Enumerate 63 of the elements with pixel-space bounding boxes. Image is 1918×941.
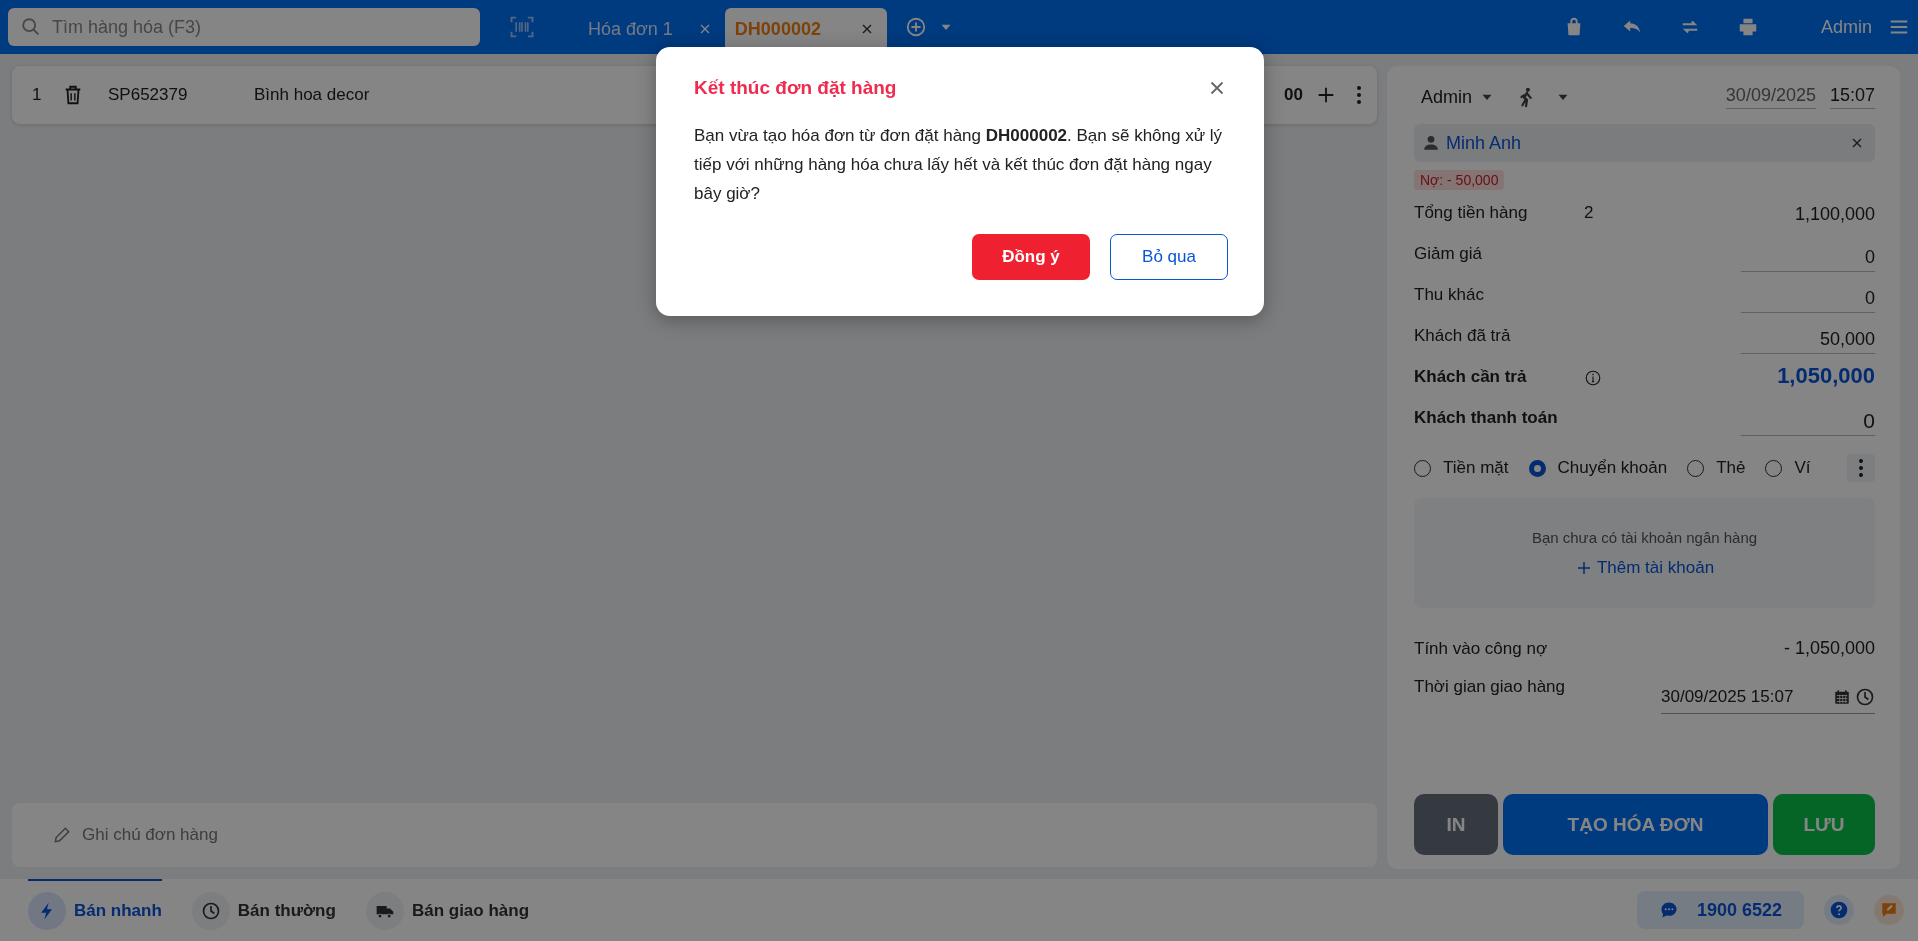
- debt-badge: Nợ: - 50,000: [1414, 170, 1505, 190]
- search-box[interactable]: Tìm hàng hóa (F3): [8, 8, 480, 46]
- order-note-box[interactable]: Ghi chú đơn hàng: [12, 803, 1377, 867]
- amount-value: 1,100,000: [1794, 204, 1875, 226]
- user-name[interactable]: Admin: [1820, 16, 1872, 38]
- calendar-icon: [1833, 688, 1851, 706]
- summary-label: Khách đã trả: [1414, 326, 1512, 347]
- delivery-label: Thời gian giao hàng: [1414, 677, 1566, 697]
- sales-mode-tab[interactable]: Bán nhanh: [28, 879, 162, 941]
- bank-notice: Bạn chưa có tài khoản ngân hàng: [1531, 528, 1758, 546]
- product-name: Bình hoa decor: [254, 85, 370, 105]
- summary-label: Giảm giá: [1414, 244, 1484, 265]
- more-icon: [1859, 459, 1863, 477]
- sales-mode-tab[interactable]: Bán giao hàng: [365, 879, 530, 941]
- time-field[interactable]: 15:07: [1829, 85, 1875, 109]
- summary-label: Thu khác: [1414, 285, 1485, 306]
- date-field[interactable]: 30/09/2025: [1725, 85, 1816, 109]
- delivery-time-field[interactable]: 30/09/2025 15:07: [1661, 677, 1875, 714]
- sales-mode-tab[interactable]: Bán thường: [191, 879, 336, 941]
- seller-select[interactable]: Admin: [1421, 86, 1473, 108]
- debt-label: Tính vào công nợ: [1414, 638, 1548, 659]
- summary-label: Khách thanh toán: [1414, 408, 1559, 429]
- item-count: 2: [1584, 203, 1595, 224]
- search-field[interactable]: Tìm hàng hóa (F3): [50, 15, 468, 39]
- payment-option[interactable]: Thẻ: [1687, 458, 1746, 478]
- dialog-message: Bạn vừa tạo hóa đơn từ đơn đặt hàng DH000002. Bạn sẽ không xử lý tiếp với những hàng hóa chưa lấy hết và kết thúc đơn đặt hàng ngay bây giờ?: [694, 125, 1224, 205]
- add-account-link[interactable]: Thêm tài khoản: [1574, 557, 1715, 578]
- clock-icon: [1855, 687, 1875, 707]
- info-icon: [1584, 369, 1602, 387]
- product-code: SP652379: [108, 85, 189, 105]
- customer-field[interactable]: Minh Anh: [1414, 124, 1875, 162]
- radio-button[interactable]: [1528, 459, 1546, 477]
- payment-option[interactable]: Tiền mặt: [1414, 458, 1509, 478]
- add-tab-icon: [904, 16, 927, 38]
- more-icon[interactable]: [1357, 86, 1361, 104]
- amount-field[interactable]: 0: [1741, 288, 1875, 313]
- order-note-field[interactable]: Ghi chú đơn hàng: [80, 824, 1349, 846]
- invoice-tab[interactable]: Hóa đơn 1: [564, 8, 725, 54]
- help-button[interactable]: [1824, 895, 1854, 925]
- amount-field[interactable]: 0: [1741, 247, 1875, 272]
- person-icon: [1422, 134, 1440, 152]
- confirm-button[interactable]: Đồng ý: [972, 234, 1090, 280]
- pencil-icon: [52, 825, 72, 845]
- payment-option[interactable]: Ví: [1765, 458, 1811, 478]
- payment-option[interactable]: Chuyển khoản: [1528, 458, 1668, 478]
- summary-label: Tổng tiền hàng: [1414, 203, 1529, 224]
- dialog-title: Kết thúc đơn đặt hàng: [694, 77, 898, 99]
- print-button[interactable]: IN: [1414, 794, 1498, 855]
- create-invoice-button[interactable]: TẠO HÓA ĐƠN: [1503, 794, 1768, 855]
- amount-field[interactable]: 0: [1741, 409, 1875, 436]
- line-number: 1: [32, 85, 43, 105]
- summary-label: Khách cần trả: [1414, 367, 1528, 388]
- feedback-icon: [1880, 901, 1898, 919]
- search-icon: [20, 16, 42, 38]
- amount-field[interactable]: 50,000: [1741, 329, 1875, 354]
- clock-icon: [200, 901, 221, 921]
- line-amount: 00: [1284, 85, 1303, 105]
- cancel-button[interactable]: Bỏ qua: [1110, 234, 1228, 280]
- help-icon: [1829, 900, 1849, 920]
- more-button[interactable]: [1847, 454, 1875, 482]
- amount-value: 1,050,000: [1777, 363, 1875, 390]
- hotline-button[interactable]: 1900 6522: [1636, 891, 1804, 929]
- debt-value: - 1,050,000: [1783, 638, 1875, 659]
